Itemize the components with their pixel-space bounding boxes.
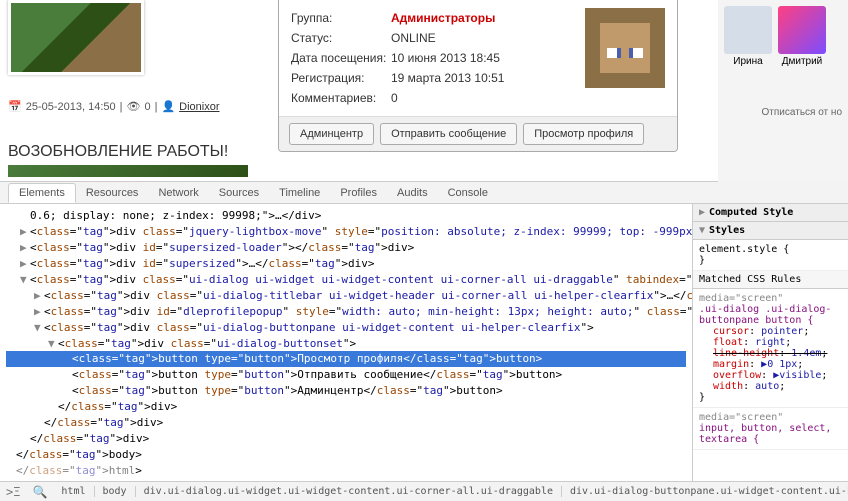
author-link[interactable]: Dionixor	[179, 101, 219, 113]
post-thumbnail[interactable]	[8, 0, 144, 75]
css-rule-2[interactable]: media="screen" input, button, select, te…	[693, 408, 848, 450]
eye-icon: 👁	[126, 100, 140, 113]
dom-node[interactable]: ▼<class="tag">div class="ui-dialog-butto…	[6, 320, 686, 336]
friend-item[interactable]: Ирина	[724, 6, 772, 67]
css-property[interactable]: cursor: pointer;	[699, 326, 842, 337]
dom-node[interactable]: </class="tag">div>	[6, 415, 686, 431]
admin-center-button[interactable]: Админцентр	[289, 123, 374, 145]
devtools: ElementsResourcesNetworkSourcesTimelineP…	[0, 182, 848, 501]
expand-arrow-icon[interactable]: ▼	[34, 320, 44, 336]
friend-item[interactable]: Дмитрий	[778, 6, 826, 67]
view-profile-button[interactable]: Просмотр профиля	[523, 123, 644, 145]
devtools-tab-sources[interactable]: Sources	[209, 184, 269, 202]
view-count: 0	[144, 101, 150, 113]
computed-style-header[interactable]: ▶Computed Style	[693, 204, 848, 222]
profile-row: Регистрация:19 марта 2013 10:51	[291, 68, 573, 88]
sidebar: ИринаДмитрий Отписаться от но	[718, 0, 848, 182]
search-icon[interactable]: 🔍	[26, 485, 53, 499]
css-property[interactable]: float: right;	[699, 337, 842, 348]
expand-arrow-icon[interactable]: ▶	[34, 304, 44, 320]
user-icon: 👤	[161, 100, 175, 113]
dom-node[interactable]: </class="tag">body>	[6, 447, 686, 463]
profile-row: Группа:Администраторы	[291, 8, 573, 28]
devtools-tab-console[interactable]: Console	[438, 184, 498, 202]
expand-arrow-icon[interactable]: ▶	[34, 288, 44, 304]
devtools-tab-resources[interactable]: Resources	[76, 184, 149, 202]
devtools-tabs: ElementsResourcesNetworkSourcesTimelineP…	[0, 182, 848, 204]
dom-node[interactable]: </class="tag">div>	[6, 399, 686, 415]
css-property[interactable]: line-height: 1.4em;	[699, 348, 842, 359]
expand-arrow-icon[interactable]: ▼	[48, 336, 58, 352]
dom-node[interactable]: </class="tag">html>	[6, 463, 686, 479]
dom-node[interactable]: ▶<class="tag">div id="supersized">…</cla…	[6, 256, 686, 272]
dom-node[interactable]: ▼<class="tag">div class="ui-dialog-butto…	[6, 336, 686, 352]
breadcrumb-item[interactable]: html	[53, 486, 94, 497]
devtools-tab-profiles[interactable]: Profiles	[330, 184, 387, 202]
dom-tree[interactable]: 0.6; display: none; z-index: 99998;">…</…	[0, 204, 692, 481]
expand-arrow-icon[interactable]: ▶	[20, 224, 30, 240]
breadcrumb-item[interactable]: div.ui-dialog-buttonpane.ui-widget-conte…	[562, 486, 848, 497]
breadcrumbs[interactable]: >Ξ 🔍 htmlbodydiv.ui-dialog.ui-widget.ui-…	[0, 481, 848, 501]
page-headline: ВОЗОБНОВЛЕНИЕ РАБОТЫ!	[8, 143, 228, 161]
post-date: 25-05-2013, 14:50	[26, 101, 116, 113]
expand-arrow-icon[interactable]: ▼	[20, 272, 30, 288]
css-property[interactable]: margin: ▶0 1px;	[699, 359, 842, 370]
dom-node[interactable]: ▶<class="tag">div id="dleprofilepopup" s…	[6, 304, 686, 320]
post-meta: 📅 25-05-2013, 14:50 | 👁 0 | 👤 Dionixor	[8, 100, 220, 113]
friend-avatar[interactable]	[724, 6, 772, 54]
dom-node[interactable]: ▶<class="tag">div class="jquery-lightbox…	[6, 224, 686, 240]
dom-node[interactable]: <class="tag">button type="button">Админц…	[6, 383, 686, 399]
styles-pane[interactable]: ▶Computed Style ▼Styles element.style {}…	[692, 204, 848, 481]
css-rule-1[interactable]: media="screen" .ui-dialog .ui-dialog-but…	[693, 289, 848, 408]
element-style-section[interactable]: element.style {}	[693, 240, 848, 271]
dom-node[interactable]: <class="tag">button type="button">Отправ…	[6, 367, 686, 383]
devtools-tab-audits[interactable]: Audits	[387, 184, 438, 202]
post-thumbnail-2[interactable]	[8, 165, 248, 177]
expand-arrow-icon[interactable]: ▶	[20, 256, 30, 272]
calendar-icon: 📅	[8, 100, 22, 113]
breadcrumb-item[interactable]: body	[95, 486, 136, 497]
dom-node[interactable]: <class="tag">button type="button">Просмо…	[6, 351, 686, 367]
matched-rules-header: Matched CSS Rules	[693, 271, 848, 289]
dom-node[interactable]: ▶<class="tag">div class="ui-dialog-title…	[6, 288, 686, 304]
send-message-button[interactable]: Отправить сообщение	[380, 123, 517, 145]
dom-node[interactable]: ▶<class="tag">div id="supersized-loader"…	[6, 240, 686, 256]
breadcrumb-item[interactable]: div.ui-dialog.ui-widget.ui-widget-conten…	[136, 486, 562, 497]
profile-info-table: Группа:АдминистраторыСтатус:ONLINEДата п…	[291, 8, 573, 108]
dom-node[interactable]: 0.6; display: none; z-index: 99998;">…</…	[6, 208, 686, 224]
unsubscribe-link[interactable]: Отписаться от но	[724, 107, 842, 118]
css-property[interactable]: width: auto;	[699, 381, 842, 392]
devtools-tab-timeline[interactable]: Timeline	[269, 184, 330, 202]
profile-dialog: Группа:АдминистраторыСтатус:ONLINEДата п…	[278, 0, 678, 152]
profile-row: Дата посещения:10 июня 2013 18:45	[291, 48, 573, 68]
profile-row: Статус:ONLINE	[291, 28, 573, 48]
profile-avatar	[585, 8, 665, 88]
expand-arrow-icon[interactable]: ▶	[20, 240, 30, 256]
devtools-tab-network[interactable]: Network	[148, 184, 208, 202]
friends-list: ИринаДмитрий	[724, 6, 842, 67]
profile-row: Комментариев:0	[291, 88, 573, 108]
friend-avatar[interactable]	[778, 6, 826, 54]
styles-header[interactable]: ▼Styles	[693, 222, 848, 240]
devtools-tab-elements[interactable]: Elements	[8, 183, 76, 203]
css-property[interactable]: overflow: ▶visible;	[699, 370, 842, 381]
console-toggle-icon[interactable]: >Ξ	[0, 485, 26, 499]
dom-node[interactable]: ▼<class="tag">div class="ui-dialog ui-wi…	[6, 272, 686, 288]
dom-node[interactable]: </class="tag">div>	[6, 431, 686, 447]
